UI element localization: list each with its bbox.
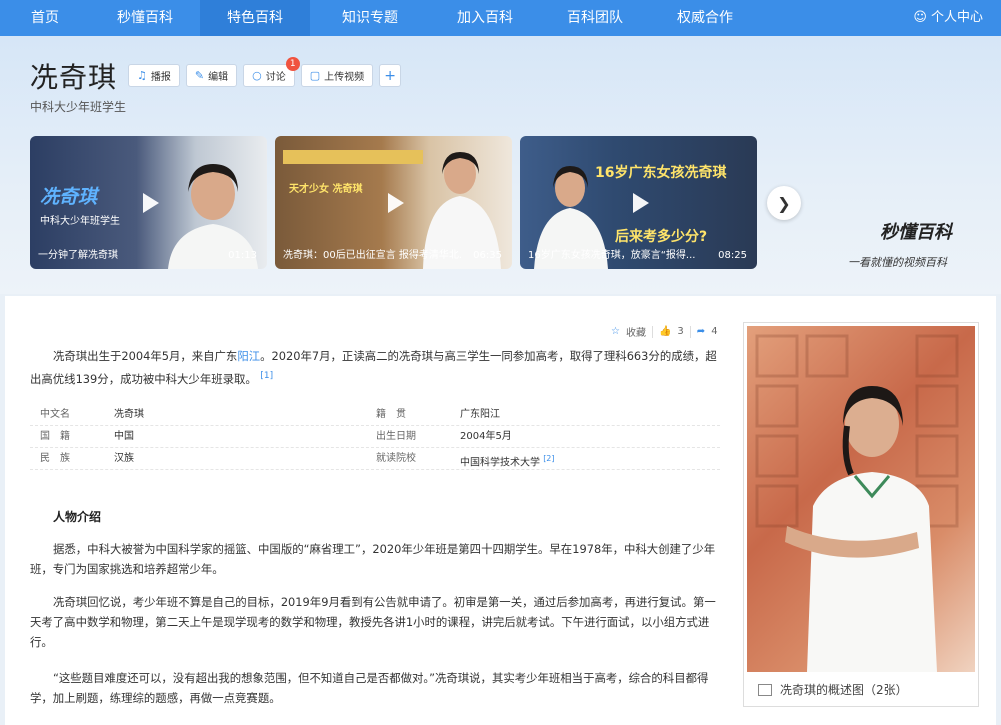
page-title: 冼奇琪 (30, 61, 118, 94)
portrait-photo (755, 334, 959, 672)
video-card-3[interactable]: 16岁广东女孩冼奇琪 后来考多少分? 16岁广东女孩冼奇琪，放豪言“报得... … (520, 136, 757, 269)
play-icon (142, 192, 159, 213)
video-overlay-title: 16岁广东女孩冼奇琪 (595, 165, 727, 181)
info-row: 国 籍 中国 出生日期 2004年5月 (30, 426, 720, 448)
info-key: 出生日期 (376, 431, 416, 442)
reference-2[interactable]: [2] (543, 454, 554, 463)
divider (651, 325, 653, 338)
carousel-next-button[interactable]: ❯ (767, 186, 801, 220)
share-count: 4 (711, 326, 718, 337)
video-overlay-subtitle: 中科大少年班学生 (40, 216, 120, 227)
nav-item-home[interactable]: 首页 (0, 0, 90, 36)
nav-item-join[interactable]: 加入百科 (430, 0, 540, 36)
video-duration: 06:35 (473, 250, 502, 261)
paragraph: “这些题目难度还可以，没有超出我的想象范围，但不知道自己是否都做对。”冼奇琪说，… (30, 671, 709, 705)
nationality-link[interactable]: 中国 (114, 426, 376, 447)
info-value: 中国科学技术大学 [2] (460, 448, 555, 469)
star-icon[interactable]: ☆ (611, 326, 620, 337)
user-icon: ☺ (913, 10, 927, 25)
video-duration: 08:25 (718, 250, 747, 261)
video-overlay-subtitle: 后来考多少分? (615, 229, 708, 245)
lemma-content: ☆ 收藏 👍 3 ➦ 4 冼奇琪出生于2004年5月，来自广东阳江。2020年7… (5, 296, 996, 725)
chevron-right-icon: ❯ (777, 193, 791, 213)
image-caption[interactable]: 冼奇琪的概述图（2张） (758, 681, 908, 698)
nav-item-team[interactable]: 百科团队 (540, 0, 650, 36)
discuss-count-badge: 1 (285, 57, 300, 71)
video-overlay-title: 冼奇琪 (40, 186, 98, 208)
info-key: 民 族 (40, 453, 70, 464)
user-center-link[interactable]: ☺ 个人中心 (913, 0, 983, 36)
edit-label: 编辑 (208, 72, 229, 83)
share-icon[interactable]: ➦ (697, 326, 705, 337)
lemma-actions: ☆ 收藏 👍 3 ➦ 4 (611, 324, 718, 339)
image-caption-text: 冼奇琪的概述图（2张） (780, 683, 908, 697)
info-value: 冼奇琪 (114, 409, 144, 420)
paragraph: 冼奇琪回忆说，考少年班不算是自己的目标，2019年9月看到有公告就申请了。初审是… (30, 595, 716, 649)
info-key: 中文名 (40, 409, 70, 420)
image-gallery-icon (758, 683, 772, 696)
page-subtitle: 中科大少年班学生 (30, 100, 127, 114)
thumbs-up-icon[interactable]: 👍 (659, 326, 671, 337)
video-caption: 16岁广东女孩冼奇琪，放豪言“报得... (528, 250, 696, 261)
info-key: 国 籍 (40, 431, 70, 442)
header-toolbar: ♫ 播报 ✎ 编辑 ○ 讨论 1 ▢ 上传视频 + (128, 57, 402, 87)
brand-logo: 秒懂百科 (880, 222, 952, 243)
collect-label[interactable]: 收藏 (626, 324, 646, 339)
edit-button[interactable]: ✎ 编辑 (185, 64, 238, 87)
nav-item-cooperation[interactable]: 权威合作 (650, 0, 760, 36)
reference-1[interactable]: [1] (260, 371, 273, 381)
plus-icon: + (384, 67, 396, 84)
nav-item-topics[interactable]: 知识专题 (310, 0, 430, 36)
yangjiang-link[interactable]: 阳江 (237, 349, 260, 363)
nav-item-miaodong[interactable]: 秒懂百科 (90, 0, 200, 36)
summary-image-panel[interactable]: 冼奇琪的概述图（2张） (743, 322, 979, 707)
basic-info-table: 中文名 冼奇琪 籍 贯 广东阳江 国 籍 中国 出生日期 2004年5月 民 族… (30, 404, 720, 470)
info-key: 籍 贯 (376, 409, 406, 420)
video-overlay-title: 天才少女 冼奇琪 (289, 184, 363, 195)
lemma-header: 冼奇琪 中科大少年班学生 ♫ 播报 ✎ 编辑 ○ 讨论 1 ▢ 上传视频 + 冼… (0, 36, 1001, 294)
chat-bubble-icon: ○ (252, 69, 262, 82)
user-center-label: 个人中心 (930, 10, 983, 25)
video-card-2[interactable]: 天才少女 冼奇琪 冼奇琪：00后已出征宣言 报得考清华北... 06:35 (275, 136, 512, 269)
pencil-icon: ✎ (194, 69, 205, 82)
section-heading: 人物介绍 (53, 510, 102, 524)
lemma-summary: 冼奇琪出生于2004年5月，来自广东阳江。2020年7月，正读高二的冼奇琪与高三… (30, 346, 720, 389)
add-button[interactable]: + (379, 64, 402, 87)
summary-text: 冼奇琪出生于2004年5月，来自广东 (53, 349, 238, 363)
top-nav: 首页 秒懂百科 特色百科 知识专题 加入百科 百科团队 权威合作 ☺ 个人中心 (0, 0, 1001, 36)
info-value: 2004年5月 (460, 431, 512, 442)
summary-image[interactable] (747, 326, 975, 672)
like-count: 3 (677, 326, 684, 337)
headline-strip (283, 150, 423, 164)
info-key: 就读院校 (376, 453, 416, 464)
paragraph: 据悉，中科大被誉为中国科学家的摇篮、中国版的“麻省理工”，2020年少年班是第四… (30, 542, 716, 576)
upload-video-button[interactable]: ▢ 上传视频 (300, 64, 374, 87)
discuss-button[interactable]: ○ 讨论 1 (243, 57, 300, 87)
video-camera-icon: ▢ (309, 69, 321, 82)
broadcast-label: 播报 (150, 72, 171, 83)
school-value: 中国科学技术大学 (460, 457, 540, 469)
nav-item-featured[interactable]: 特色百科 (200, 0, 310, 36)
video-caption: 一分钟了解冼奇琪 (38, 250, 118, 261)
video-card-1[interactable]: 冼奇琪 中科大少年班学生 一分钟了解冼奇琪 01:13 (30, 136, 267, 269)
video-duration: 01:13 (228, 250, 257, 261)
play-icon (632, 192, 649, 213)
broadcast-button[interactable]: ♫ 播报 (128, 64, 180, 87)
divider (689, 325, 691, 338)
play-icon (387, 192, 404, 213)
video-caption: 冼奇琪：00后已出征宣言 报得考清华北... (283, 250, 463, 261)
info-value: 汉族 (114, 453, 134, 464)
speaker-icon: ♫ (137, 69, 147, 82)
info-row: 中文名 冼奇琪 籍 贯 广东阳江 (30, 404, 720, 426)
brand-slogan: 一看就懂的视频百科 (848, 256, 947, 269)
upload-video-label: 上传视频 (324, 72, 365, 83)
info-value: 广东阳江 (460, 409, 500, 420)
info-row: 民 族 汉族 就读院校 中国科学技术大学 [2] (30, 448, 720, 470)
discuss-label: 讨论 (265, 72, 286, 83)
